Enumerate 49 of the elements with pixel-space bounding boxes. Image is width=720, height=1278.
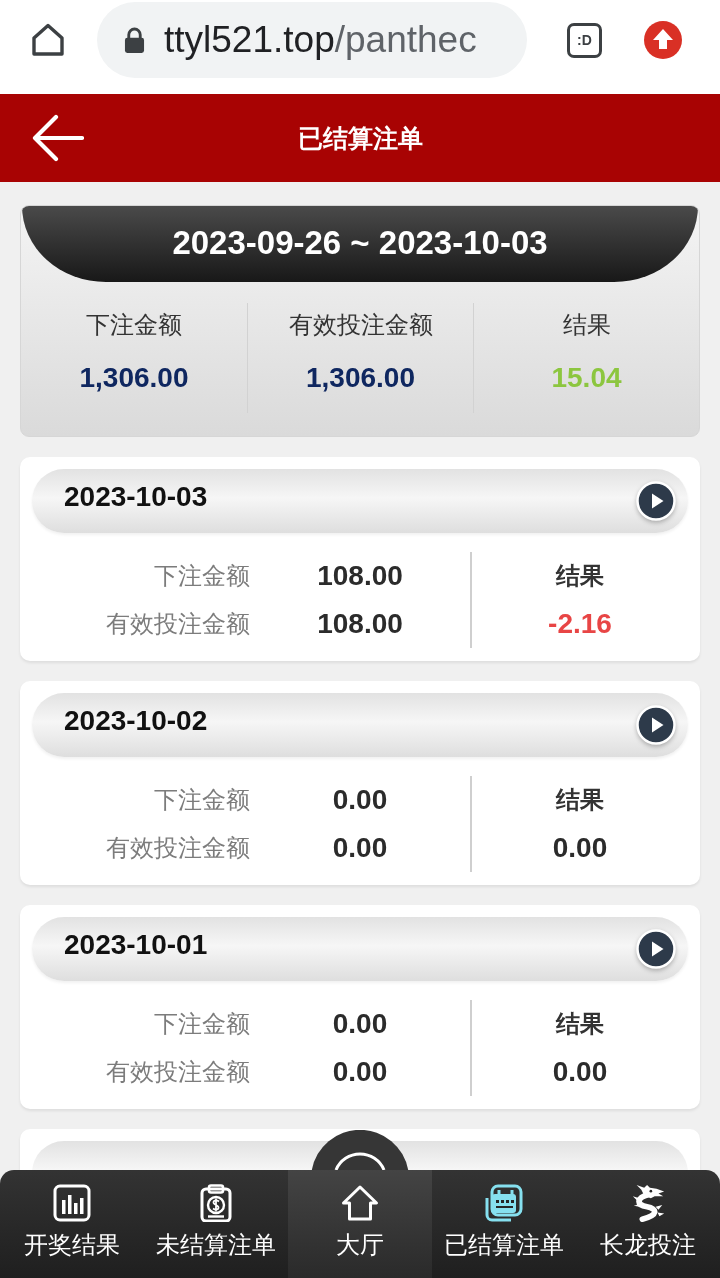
home-icon [341, 1184, 379, 1222]
home-icon[interactable] [30, 22, 66, 58]
row-value: 0.00 [332, 784, 388, 816]
result-value: 0.00 [552, 832, 608, 864]
row-value: 108.00 [317, 608, 403, 640]
lock-icon [124, 26, 145, 54]
calendar-icon [485, 1184, 523, 1222]
nav-tab[interactable]: 长龙投注 [576, 1170, 720, 1278]
play-icon[interactable] [636, 929, 676, 969]
stat-label: 有效投注金额 [287, 311, 434, 340]
stat-value: 1,306.00 [78, 361, 190, 395]
nav-tab[interactable]: 大厅 [288, 1170, 432, 1278]
day-header[interactable]: 2023-10-03 [32, 469, 688, 533]
bar-chart-icon [53, 1184, 91, 1222]
result-label: 结果 [556, 1010, 604, 1039]
day-header[interactable]: 2023-10-02 [32, 693, 688, 757]
row-value: 0.00 [332, 1008, 388, 1040]
row-label: 有效投注金额 [106, 834, 250, 863]
play-icon[interactable] [636, 481, 676, 521]
page-title: 已结算注单 [297, 122, 423, 154]
stat-label: 结果 [561, 311, 612, 340]
nav-tab[interactable]: 未结算注单 [144, 1170, 288, 1278]
address-bar[interactable]: ttyl521.top/panthec [97, 2, 527, 78]
row-label: 有效投注金额 [106, 610, 250, 639]
row-value: 108.00 [317, 560, 403, 592]
result-label: 结果 [556, 562, 604, 591]
stat-label: 下注金额 [85, 311, 183, 340]
day-date: 2023-10-02 [64, 705, 208, 737]
result-value: 0.00 [552, 1056, 608, 1088]
row-label: 下注金额 [154, 1010, 250, 1039]
result-label: 结果 [556, 786, 604, 815]
stat-value: 1,306.00 [305, 361, 416, 395]
stat-value: 15.04 [550, 361, 623, 395]
tab-switcher-button[interactable]: :D [567, 22, 602, 58]
nav-tab[interactable]: 已结算注单 [432, 1170, 576, 1278]
play-icon[interactable] [636, 705, 676, 745]
day-date: 2023-10-01 [64, 929, 208, 961]
row-label: 下注金额 [154, 786, 250, 815]
row-value: 0.00 [332, 832, 388, 864]
date-range-banner: 2023-09-26 ~ 2023-10-03 [22, 206, 698, 282]
back-arrow-icon[interactable] [32, 114, 84, 162]
row-value: 0.00 [332, 1056, 388, 1088]
nav-tab[interactable]: 开奖结果 [0, 1170, 144, 1278]
day-date: 2023-10-03 [64, 481, 208, 513]
url-text: ttyl521.top/panthec [164, 19, 477, 61]
row-label: 有效投注金额 [106, 1058, 250, 1087]
result-value: -2.16 [548, 608, 612, 640]
day-header[interactable]: 2023-10-01 [32, 917, 688, 981]
row-label: 下注金额 [154, 562, 250, 591]
